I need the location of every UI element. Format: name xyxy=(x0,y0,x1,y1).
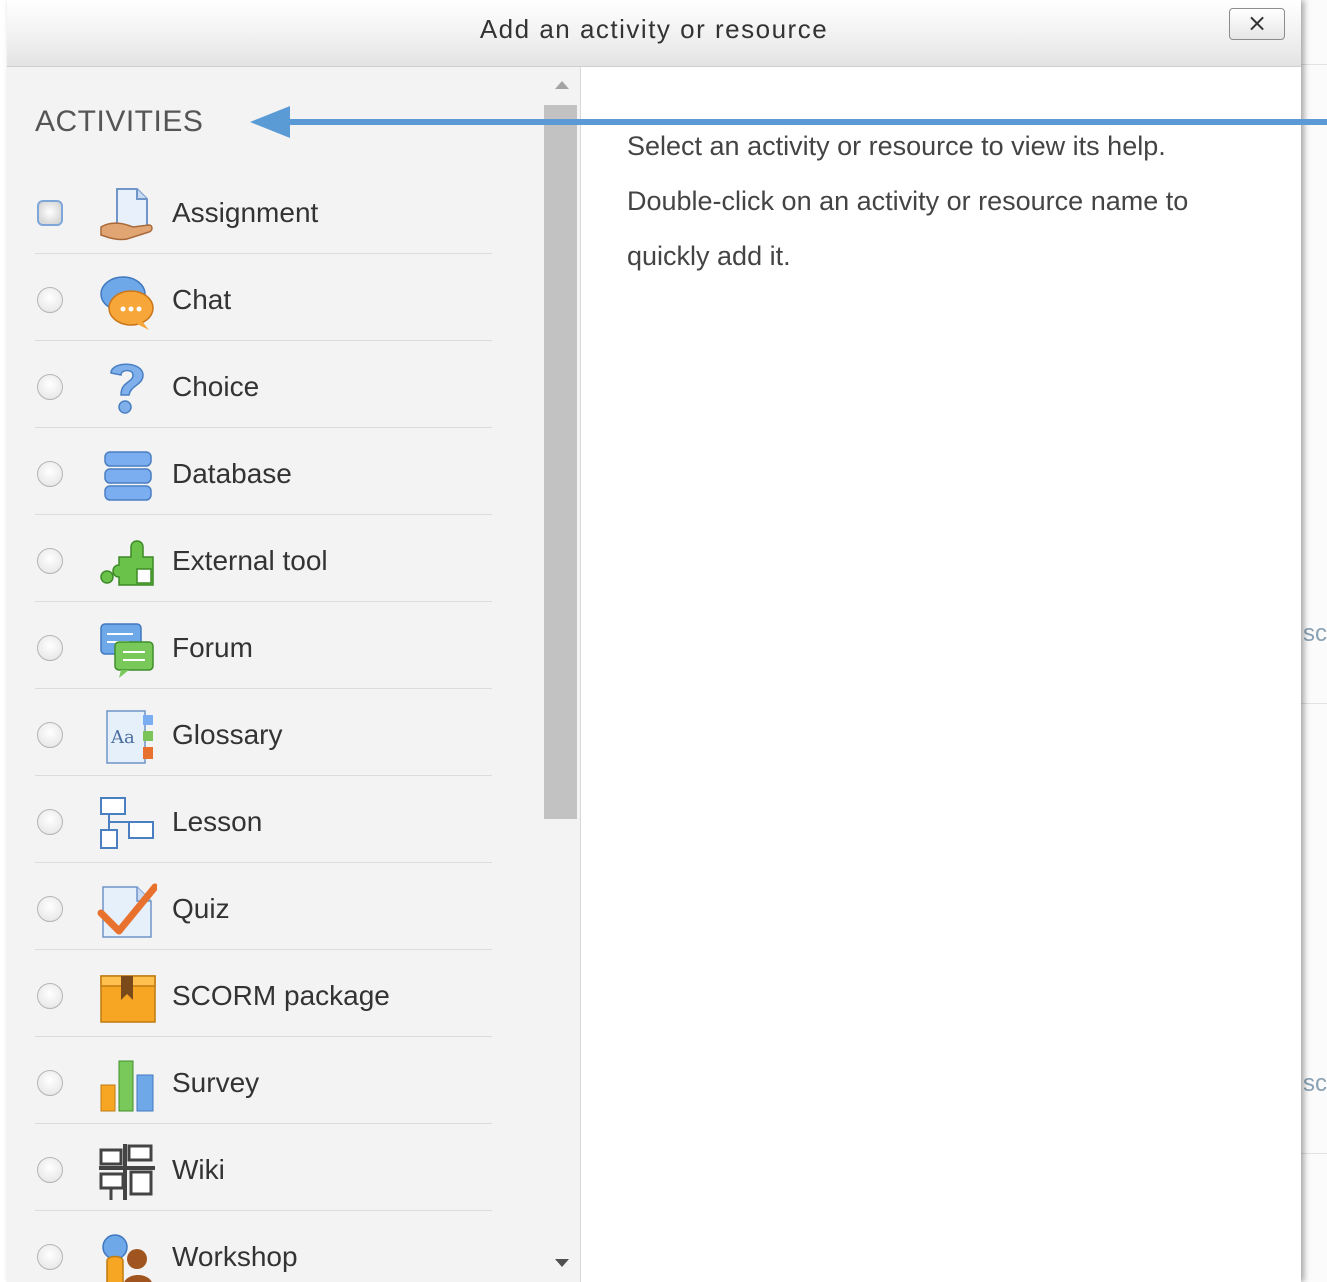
radio-button[interactable] xyxy=(37,635,63,661)
survey-icon xyxy=(100,1060,154,1112)
activity-label: Lesson xyxy=(172,806,263,837)
database-icon xyxy=(104,451,152,501)
radio-button[interactable] xyxy=(37,461,63,487)
activity-label: Glossary xyxy=(172,719,283,750)
activity-label: Survey xyxy=(172,1067,260,1098)
dialog-header: Add an activity or resource × xyxy=(7,0,1301,67)
radio-button[interactable] xyxy=(37,1157,63,1183)
activity-option-external-tool[interactable]: External tool xyxy=(35,515,492,602)
radio-button[interactable] xyxy=(37,374,63,400)
activity-option-workshop[interactable]: Workshop xyxy=(35,1211,492,1282)
activity-option-quiz[interactable]: Quiz xyxy=(35,863,492,950)
background-link-fragment: sc xyxy=(1303,620,1327,647)
add-activity-dialog: Add an activity or resource × ACTIVITIES… xyxy=(7,0,1301,1282)
close-button[interactable]: × xyxy=(1229,8,1285,40)
choice-icon xyxy=(110,363,144,414)
activity-option-assignment[interactable]: Assignment xyxy=(35,167,492,254)
activity-label: Database xyxy=(172,458,292,489)
workshop-icon xyxy=(102,1234,152,1282)
activity-option-forum[interactable]: Forum xyxy=(35,602,492,689)
activity-label: Workshop xyxy=(172,1241,298,1272)
background-divider xyxy=(1300,703,1327,704)
help-text: Select an activity or resource to view i… xyxy=(627,119,1267,284)
activity-label: External tool xyxy=(172,545,328,576)
background-divider xyxy=(1300,64,1327,65)
scorm-package-icon xyxy=(100,975,156,1023)
close-icon: × xyxy=(1246,9,1268,37)
radio-button[interactable] xyxy=(37,1070,63,1096)
activity-label: Choice xyxy=(172,371,260,402)
activity-label: Chat xyxy=(172,284,232,315)
quiz-icon xyxy=(97,883,157,938)
background-divider xyxy=(1300,1153,1327,1154)
activity-option-glossary[interactable]: Aa Glossary xyxy=(35,689,492,776)
help-line: Double-click on an activity or resource … xyxy=(627,186,1189,271)
background-link-fragment: sc xyxy=(1303,1070,1327,1097)
radio-button[interactable] xyxy=(37,1244,63,1270)
activities-heading: ACTIVITIES xyxy=(35,105,204,138)
radio-button[interactable] xyxy=(37,722,63,748)
activity-label: Assignment xyxy=(172,197,319,228)
lesson-icon xyxy=(100,797,154,849)
scroll-up-arrow-icon[interactable] xyxy=(555,81,569,89)
svg-text:Aa: Aa xyxy=(110,727,135,748)
help-panel: Select an activity or resource to view i… xyxy=(581,67,1301,1282)
activity-option-survey[interactable]: Survey xyxy=(35,1037,492,1124)
scrollbar-thumb[interactable] xyxy=(544,105,577,819)
glossary-icon: Aa xyxy=(106,710,153,764)
forum-icon xyxy=(100,623,154,678)
activity-option-wiki[interactable]: Wiki xyxy=(35,1124,492,1211)
activity-options-panel[interactable]: ACTIVITIES Assignment Chat Choice Databa… xyxy=(7,67,581,1282)
activity-option-scorm-package[interactable]: SCORM package xyxy=(35,950,492,1037)
activity-option-lesson[interactable]: Lesson xyxy=(35,776,492,863)
chat-icon xyxy=(100,276,154,330)
scroll-down-arrow-icon[interactable] xyxy=(555,1259,569,1267)
radio-button[interactable] xyxy=(37,200,63,226)
radio-button[interactable] xyxy=(37,287,63,313)
help-line: Select an activity or resource to view i… xyxy=(627,131,1166,161)
activity-label: Quiz xyxy=(172,893,230,924)
assignment-icon xyxy=(100,188,153,241)
activity-option-database[interactable]: Database xyxy=(35,428,492,515)
activity-option-chat[interactable]: Chat xyxy=(35,254,492,341)
activity-option-choice[interactable]: Choice xyxy=(35,341,492,428)
radio-button[interactable] xyxy=(37,896,63,922)
activity-label: SCORM package xyxy=(172,980,390,1011)
wiki-icon xyxy=(99,1144,155,1200)
screen: sc sc Add an activity or resource × ACTI… xyxy=(0,0,1327,1282)
radio-button[interactable] xyxy=(37,548,63,574)
dialog-title: Add an activity or resource xyxy=(479,14,829,44)
activity-label: Wiki xyxy=(172,1154,225,1185)
activity-label: Forum xyxy=(172,632,253,663)
external-tool-icon xyxy=(100,540,154,586)
radio-button[interactable] xyxy=(37,809,63,835)
radio-button[interactable] xyxy=(37,983,63,1009)
